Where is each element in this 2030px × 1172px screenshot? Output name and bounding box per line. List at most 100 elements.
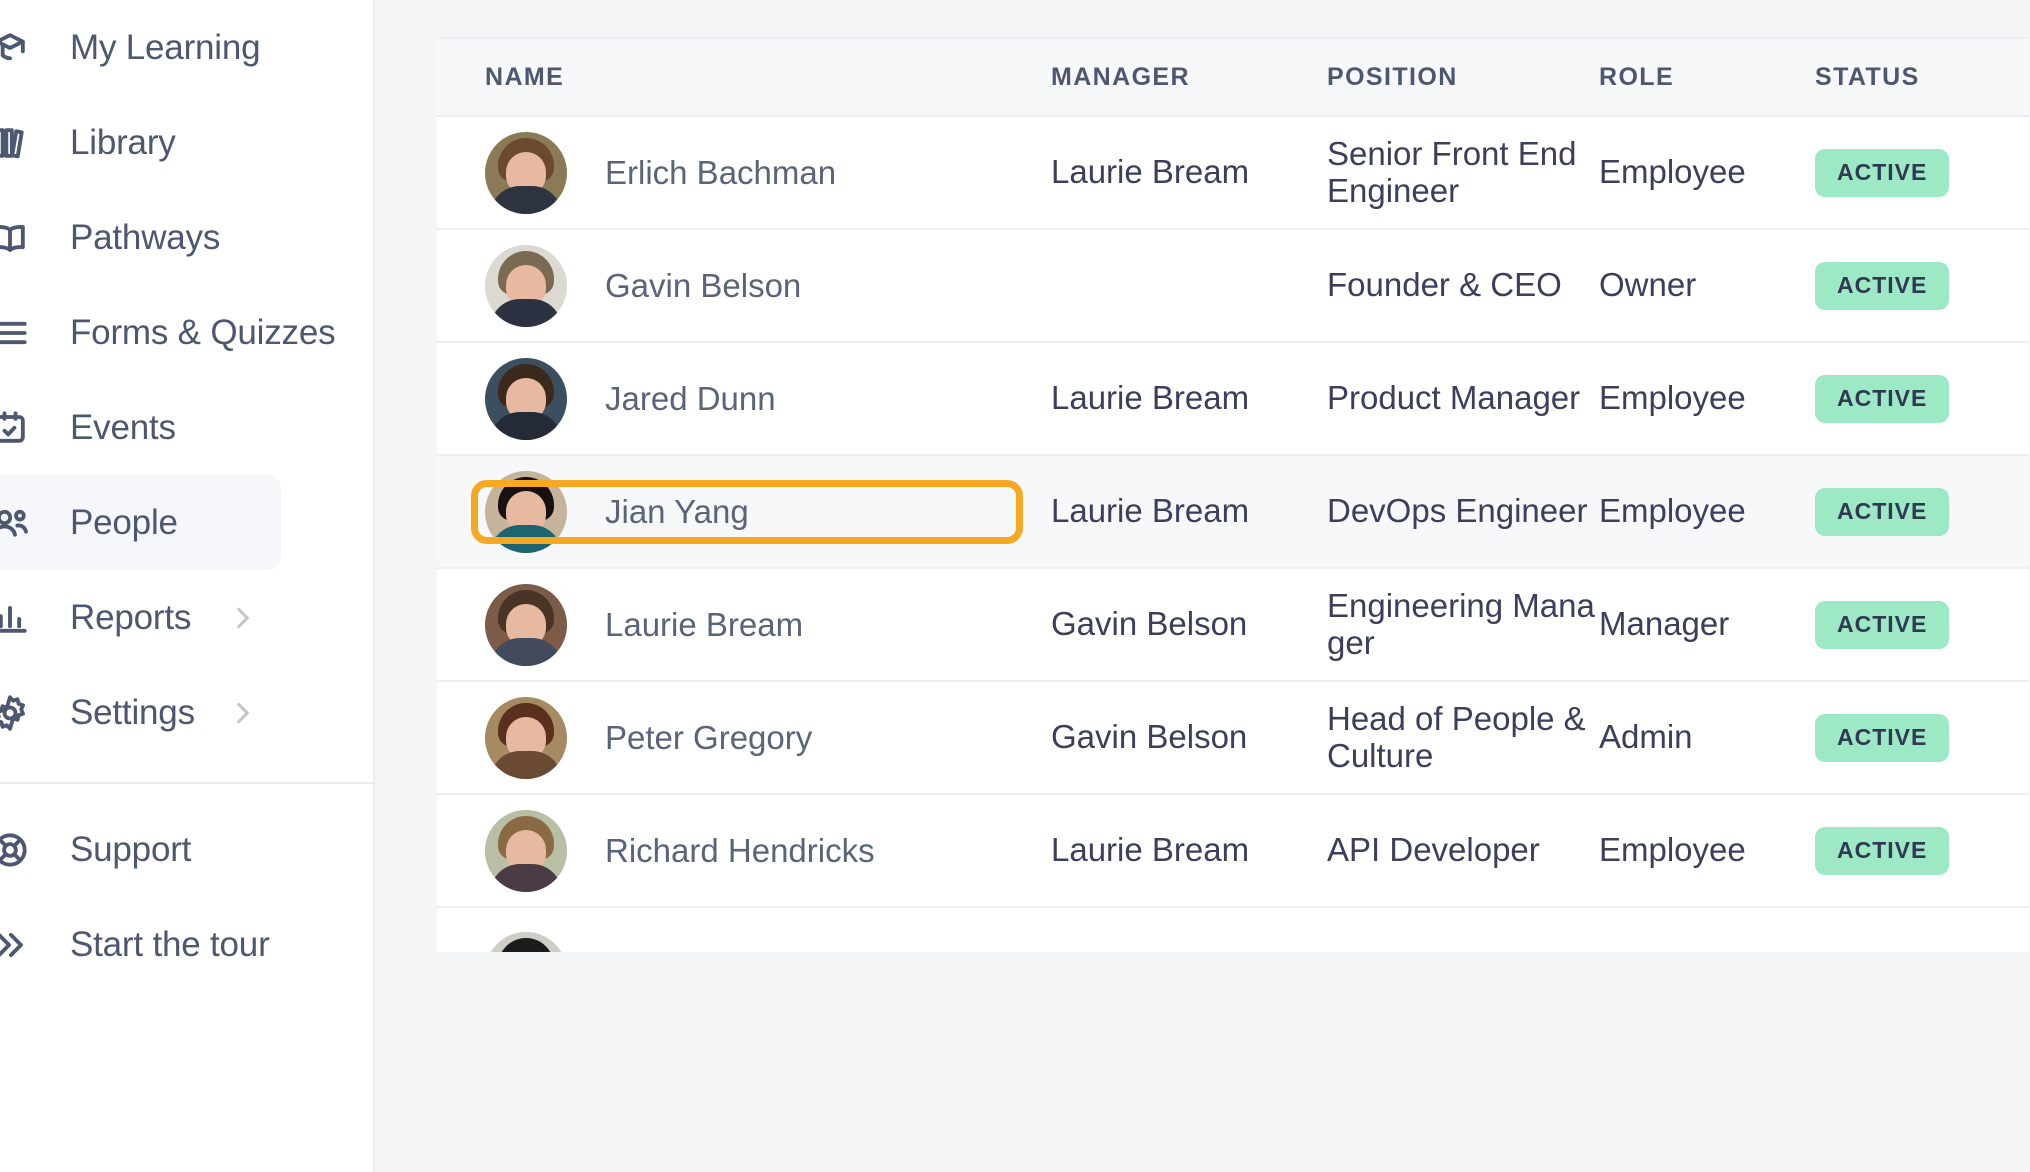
- table-row-partial[interactable]: [437, 908, 2029, 952]
- cell-position: Head of People & Culture: [1325, 700, 1597, 775]
- reports-icon: [0, 596, 32, 640]
- position-text: Engineering Manager: [1327, 586, 1595, 661]
- manager-text: Laurie Bream: [1051, 379, 1250, 417]
- cell-name[interactable]: Jared Dunn: [437, 357, 1049, 440]
- manager-text: Laurie Bream: [1051, 492, 1250, 530]
- person-name-link[interactable]: Jared Dunn: [605, 382, 776, 415]
- cell-manager: Gavin Belson: [1049, 605, 1325, 643]
- person-name-link[interactable]: Erlich Bachman: [605, 156, 836, 189]
- avatar[interactable]: [485, 809, 567, 892]
- cell-role: Manager: [1597, 605, 1813, 643]
- status-badge: ACTIVE: [1815, 374, 1950, 423]
- main-content: NAME MANAGER POSITION ROLE STATUS Erlich Bac…: [375, 0, 2030, 1172]
- cell-name[interactable]: Peter Gregory: [437, 696, 1049, 779]
- sidebar-item-reports[interactable]: Reports: [0, 570, 373, 665]
- settings-icon: [0, 691, 32, 735]
- learning-icon: [0, 26, 32, 70]
- sidebar-item-my-learning[interactable]: My Learning: [0, 0, 373, 95]
- position-text: Senior Front End Engineer: [1327, 134, 1577, 209]
- avatar[interactable]: [485, 696, 567, 779]
- sidebar-footer-nav: Support Start the tour: [0, 802, 373, 992]
- sidebar-item-label: My Learning: [70, 28, 261, 67]
- avatar[interactable]: [485, 470, 567, 553]
- column-header-status[interactable]: STATUS: [1813, 63, 2029, 92]
- person-name-link[interactable]: Laurie Bream: [605, 608, 803, 641]
- sidebar-item-library[interactable]: Library: [0, 95, 373, 190]
- cell-manager: Laurie Bream: [1049, 379, 1325, 417]
- cell-role: Employee: [1597, 153, 1813, 191]
- sidebar-item-forms-quizzes[interactable]: Forms & Quizzes: [0, 285, 373, 380]
- cell-status: ACTIVE: [1813, 487, 2029, 536]
- sidebar-item-label: Library: [70, 123, 176, 162]
- sidebar-item-support[interactable]: Support: [0, 802, 373, 897]
- table-row[interactable]: Richard Hendricks Laurie Bream API Develop…: [437, 795, 2029, 908]
- sidebar-item-start-the-tour[interactable]: Start the tour: [0, 897, 373, 992]
- sidebar-item-settings[interactable]: Settings: [0, 665, 373, 760]
- table-row[interactable]: Jared Dunn Laurie Bream Product Manager Emp…: [437, 343, 2029, 456]
- role-text: Employee: [1599, 153, 1746, 191]
- app-root: My Learning Library Pathways Forms & Qui…: [0, 0, 2030, 1172]
- person-name-link[interactable]: Gavin Belson: [605, 269, 801, 302]
- column-header-role[interactable]: ROLE: [1597, 63, 1813, 92]
- person-name-link[interactable]: Peter Gregory: [605, 721, 812, 754]
- sidebar-item-pathways[interactable]: Pathways: [0, 190, 373, 285]
- manager-text: Laurie Bream: [1051, 153, 1250, 191]
- table-row[interactable]: Erlich Bachman Laurie Bream Senior Front E…: [437, 117, 2029, 230]
- events-icon: [0, 406, 32, 450]
- chevron-right-icon[interactable]: [226, 697, 258, 729]
- avatar[interactable]: [485, 244, 567, 327]
- cell-status: ACTIVE: [1813, 600, 2029, 649]
- cell-name[interactable]: Laurie Bream: [437, 583, 1049, 666]
- position-text: Founder & CEO: [1327, 266, 1562, 304]
- column-header-name[interactable]: NAME: [437, 63, 1049, 92]
- sidebar: My Learning Library Pathways Forms & Qui…: [0, 0, 375, 1172]
- cell-manager: Laurie Bream: [1049, 492, 1325, 530]
- table-row[interactable]: Laurie Bream Gavin Belson Engineering Mana…: [437, 569, 2029, 682]
- table-header-row: NAME MANAGER POSITION ROLE STATUS: [437, 39, 2029, 117]
- chevron-right-icon[interactable]: [226, 602, 258, 634]
- cell-status: ACTIVE: [1813, 826, 2029, 875]
- table-row[interactable]: Gavin Belson Founder & CEO Owner ACTIVE: [437, 230, 2029, 343]
- pathways-icon: [0, 216, 32, 260]
- cell-status: ACTIVE: [1813, 374, 2029, 423]
- column-header-manager[interactable]: MANAGER: [1049, 63, 1325, 92]
- cell-name[interactable]: Gavin Belson: [437, 244, 1049, 327]
- cell-name[interactable]: Richard Hendricks: [437, 809, 1049, 892]
- sidebar-item-label: People: [70, 503, 178, 542]
- table-row[interactable]: Jian Yang Laurie Bream DevOps Engineer Empl…: [437, 456, 2029, 569]
- person-name-link[interactable]: Richard Hendricks: [605, 834, 875, 867]
- sidebar-item-label: Forms & Quizzes: [70, 313, 336, 352]
- manager-text: Gavin Belson: [1051, 605, 1248, 643]
- sidebar-item-people[interactable]: People: [0, 475, 281, 570]
- sidebar-item-events[interactable]: Events: [0, 380, 373, 475]
- position-text: Product Manager: [1327, 379, 1581, 417]
- cell-position: DevOps Engineer: [1325, 492, 1597, 530]
- column-header-position[interactable]: POSITION: [1325, 63, 1597, 92]
- role-text: Owner: [1599, 266, 1697, 304]
- avatar[interactable]: [485, 583, 567, 666]
- people-table: NAME MANAGER POSITION ROLE STATUS Erlich Bac…: [437, 37, 2029, 952]
- cell-name[interactable]: Erlich Bachman: [437, 131, 1049, 214]
- avatar[interactable]: [485, 357, 567, 440]
- people-icon: [0, 501, 32, 545]
- cell-position: Product Manager: [1325, 379, 1597, 417]
- cell-role: Employee: [1597, 831, 1813, 869]
- manager-text: Gavin Belson: [1051, 718, 1248, 756]
- person-name-link[interactable]: Jian Yang: [605, 495, 749, 528]
- position-text: API Developer: [1327, 831, 1540, 869]
- cell-name[interactable]: [437, 908, 1049, 952]
- table-row[interactable]: Peter Gregory Gavin Belson Head of People …: [437, 682, 2029, 795]
- avatar[interactable]: [485, 131, 567, 214]
- cell-position: Founder & CEO: [1325, 266, 1597, 304]
- cell-name[interactable]: Jian Yang: [437, 470, 1049, 553]
- role-text: Admin: [1599, 718, 1693, 756]
- cell-status: ACTIVE: [1813, 713, 2029, 762]
- tour-icon: [0, 923, 32, 967]
- status-badge: ACTIVE: [1815, 487, 1950, 536]
- cell-manager: Laurie Bream: [1049, 153, 1325, 191]
- position-text: DevOps Engineer: [1327, 492, 1588, 530]
- avatar[interactable]: [485, 932, 567, 952]
- cell-position: Engineering Manager: [1325, 586, 1597, 662]
- role-text: Employee: [1599, 379, 1746, 417]
- sidebar-item-label: Settings: [70, 693, 195, 732]
